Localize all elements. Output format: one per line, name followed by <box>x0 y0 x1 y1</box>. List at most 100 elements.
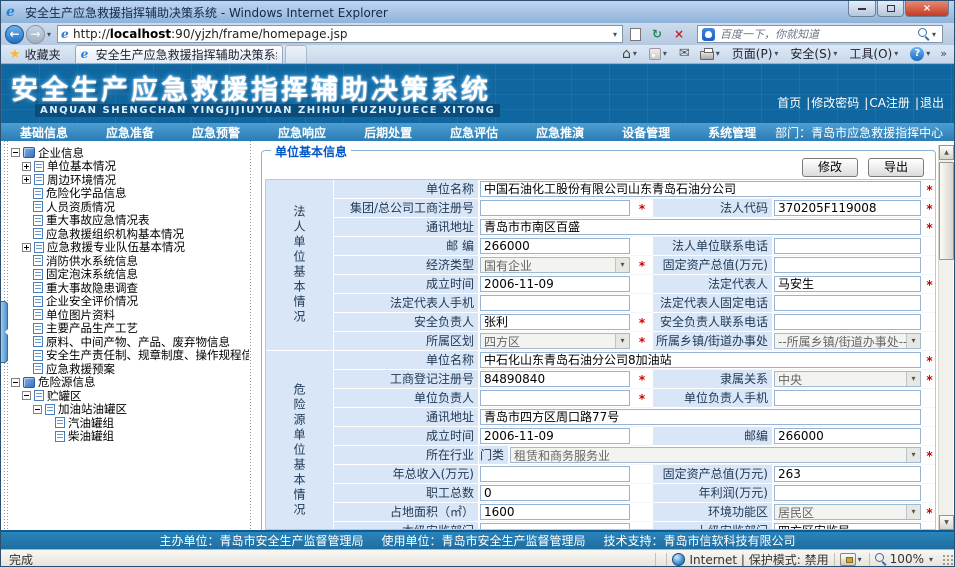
tools-menu-button[interactable]: 工具(O)▾ <box>844 45 905 62</box>
tree-item[interactable]: 柴油罐组 <box>11 430 249 444</box>
input-field[interactable] <box>480 466 630 482</box>
input-field[interactable] <box>774 485 921 501</box>
tree-item[interactable]: 企业信息 <box>11 146 249 160</box>
home-button[interactable]: ⌂▾ <box>617 45 644 62</box>
input-field[interactable]: 266000 <box>480 238 630 254</box>
tree-item[interactable]: 企业安全评价情况 <box>11 295 249 309</box>
form-scrollbar[interactable]: ▲ ▼ <box>938 145 953 530</box>
read-mail-button[interactable]: ✉ <box>674 45 695 62</box>
tree-item[interactable]: 原料、中间产物、产品、废弃物信息 <box>11 335 249 349</box>
input-field[interactable] <box>774 314 921 330</box>
panel-collapse-handle[interactable] <box>1 301 8 363</box>
input-field[interactable]: 266000 <box>774 428 921 444</box>
tree-item[interactable]: 汽油罐组 <box>11 416 249 430</box>
banner-link[interactable]: 首页 <box>777 96 801 110</box>
nav-tab[interactable]: 后期处置 <box>345 124 431 141</box>
tree-item[interactable]: 单位图片资料 <box>11 308 249 322</box>
input-field[interactable]: 青岛市四方区周口路77号 <box>480 409 921 425</box>
input-field[interactable]: 中石化山东青岛石油分公司8加油站 <box>480 352 921 368</box>
splitter-dots-right[interactable] <box>250 141 251 530</box>
scroll-down-icon[interactable]: ▼ <box>939 515 954 530</box>
input-field[interactable]: 263 <box>774 466 921 482</box>
nav-tab[interactable]: 系统管理 <box>689 124 775 141</box>
feeds-button[interactable]: ▾ <box>644 45 674 62</box>
input-field[interactable]: 370205F119008 <box>774 200 921 216</box>
collapse-toggle-icon[interactable] <box>22 391 31 400</box>
input-field[interactable] <box>774 238 921 254</box>
scrollbar-thumb[interactable] <box>939 162 954 260</box>
select-field[interactable]: 居民区▾ <box>774 504 921 520</box>
banner-link[interactable]: 修改密码 <box>811 96 859 110</box>
export-button[interactable]: 导出 <box>868 158 924 177</box>
input-field[interactable] <box>480 295 630 311</box>
collapse-toggle-icon[interactable] <box>11 378 20 387</box>
nav-tab[interactable]: 应急推演 <box>517 124 603 141</box>
scroll-up-icon[interactable]: ▲ <box>939 145 954 160</box>
resize-grip[interactable] <box>941 553 954 566</box>
maximize-button[interactable] <box>877 1 904 17</box>
input-field[interactable]: 中国石油化工股份有限公司山东青岛石油分公司 <box>480 181 921 197</box>
tree-item[interactable]: 重大事故隐患调查 <box>11 281 249 295</box>
refresh-button[interactable]: ↻ <box>647 25 667 43</box>
tree-item[interactable]: 危险化学品信息 <box>11 187 249 201</box>
input-field[interactable]: 张利 <box>480 314 630 330</box>
input-field[interactable]: 青岛市市南区百盛 <box>480 219 921 235</box>
tree-item[interactable]: 安全生产责任制、规章制度、操作规程信息 <box>11 349 249 363</box>
select-field[interactable]: 国有企业▾ <box>480 257 630 273</box>
overflow-chevron-icon[interactable]: » <box>937 47 950 60</box>
page-menu-button[interactable]: 页面(P)▾ <box>727 45 786 62</box>
input-field[interactable]: 马安生 <box>774 276 921 292</box>
tree-item[interactable]: 应急救援组织机构基本情况 <box>11 227 249 241</box>
select-field[interactable]: --所属乡镇/街道办事处--▾ <box>774 333 921 349</box>
input-field[interactable]: 2006-11-09 <box>480 276 630 292</box>
search-icon[interactable] <box>918 28 930 40</box>
input-field[interactable] <box>774 295 921 311</box>
tree-item[interactable]: 单位基本情况 <box>11 160 249 174</box>
back-button[interactable]: ← <box>5 25 24 44</box>
compatibility-view-button[interactable] <box>625 25 645 43</box>
tree-item[interactable]: 消防供水系统信息 <box>11 254 249 268</box>
input-field[interactable] <box>480 523 630 530</box>
input-field[interactable]: 84890840 <box>480 371 630 387</box>
tree-item[interactable]: 应急救援专业队伍基本情况 <box>11 241 249 255</box>
close-button[interactable]: × <box>905 1 949 17</box>
input-field[interactable] <box>774 390 921 406</box>
tree-item[interactable]: 固定泡沫系统信息 <box>11 268 249 282</box>
tree-item[interactable]: 加油站油罐区 <box>11 403 249 417</box>
url-dropdown-icon[interactable]: ▾ <box>611 30 619 39</box>
collapse-toggle-icon[interactable] <box>33 405 42 414</box>
input-field[interactable]: 2006-11-09 <box>480 428 630 444</box>
nav-tab[interactable]: 基础信息 <box>1 124 87 141</box>
minimize-button[interactable] <box>848 1 876 17</box>
url-field[interactable]: e http://localhost:90/yjzh/frame/homepag… <box>57 25 623 43</box>
select-field[interactable]: 租赁和商务服务业▾ <box>510 447 921 463</box>
collapse-toggle-icon[interactable] <box>11 148 20 157</box>
select-field[interactable]: 四方区▾ <box>480 333 630 349</box>
nav-tab[interactable]: 设备管理 <box>603 124 689 141</box>
tab-active[interactable]: e 安全生产应急救援指挥辅助决策系统 <box>75 45 283 63</box>
forward-button[interactable]: → <box>26 25 45 44</box>
select-field[interactable]: 中央▾ <box>774 371 921 387</box>
stop-button[interactable]: × <box>669 25 689 43</box>
input-field[interactable] <box>480 390 630 406</box>
tree-item[interactable]: 贮罐区 <box>11 389 249 403</box>
tree-item[interactable]: 周边环境情况 <box>11 173 249 187</box>
tree-item[interactable]: 应急救援预案 <box>11 362 249 376</box>
new-tab-button[interactable] <box>285 45 307 63</box>
tree-item[interactable]: 重大事故应急情况表 <box>11 214 249 228</box>
protected-mode-button[interactable]: ▾ <box>840 553 864 566</box>
tree-item[interactable]: 危险源信息 <box>11 376 249 390</box>
help-button[interactable]: ?▾ <box>905 45 937 62</box>
input-field[interactable] <box>480 200 630 216</box>
history-dropdown-icon[interactable]: ▾ <box>45 30 53 39</box>
nav-tab[interactable]: 应急评估 <box>431 124 517 141</box>
nav-tab[interactable]: 应急准备 <box>87 124 173 141</box>
safety-menu-button[interactable]: 安全(S)▾ <box>785 45 844 62</box>
input-field[interactable]: 0 <box>480 485 630 501</box>
tree-item[interactable]: 人员资质情况 <box>11 200 249 214</box>
banner-link[interactable]: 退出 <box>920 96 944 110</box>
tree-item[interactable]: 主要产品生产工艺 <box>11 322 249 336</box>
search-dropdown-icon[interactable]: ▾ <box>930 30 938 39</box>
favorites-button[interactable]: ★ 收藏夹 <box>1 46 69 63</box>
search-box[interactable]: 百度一下，你就知道 ▾ <box>697 25 943 43</box>
